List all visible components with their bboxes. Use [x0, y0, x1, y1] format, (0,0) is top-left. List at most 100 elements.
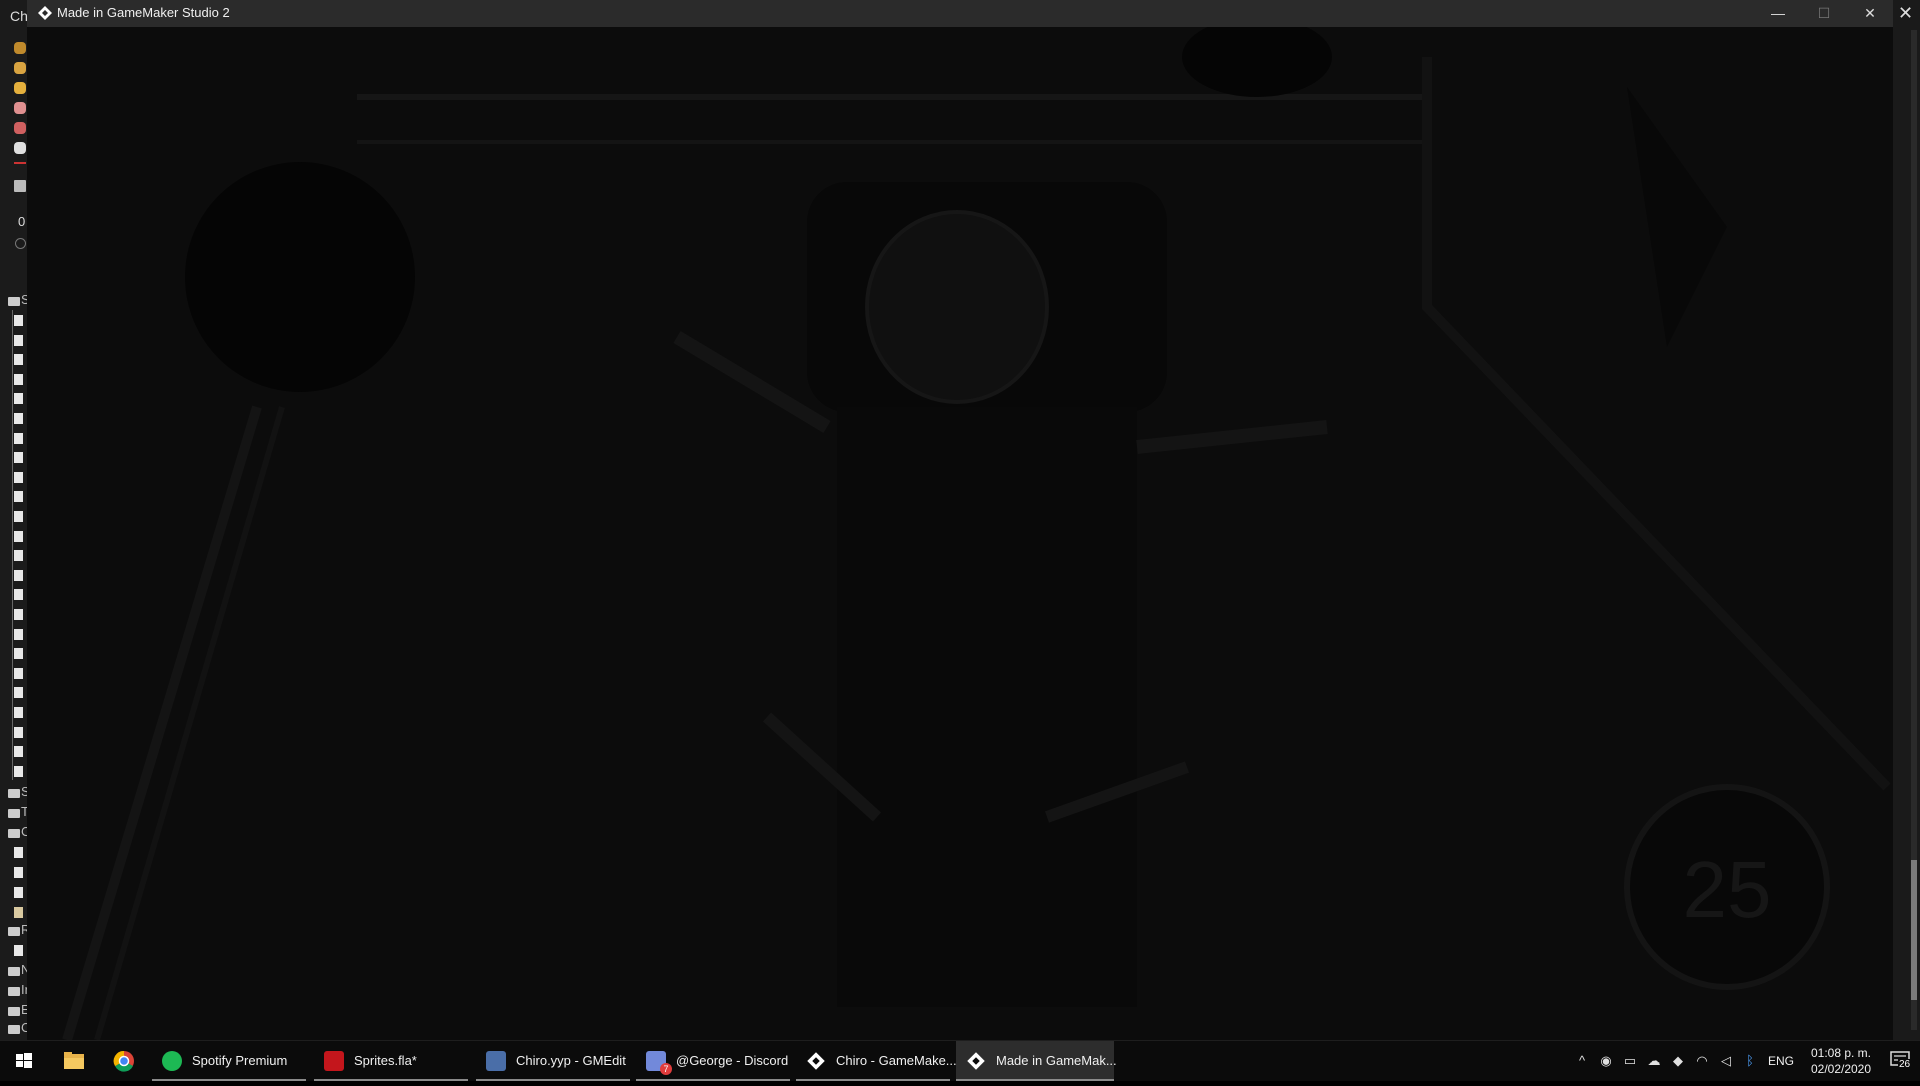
taskbar-item-label: Chiro - GameMake... [836, 1053, 957, 1068]
bluetooth-icon[interactable]: ᛒ [1742, 1053, 1758, 1069]
running-indicator [152, 1079, 306, 1081]
taskbar-item[interactable]: Chiro.yyp - GMEdit [476, 1041, 630, 1081]
sprite-icon[interactable] [14, 102, 26, 114]
scene-shape [1627, 87, 1727, 347]
minimize-button[interactable]: — [1755, 0, 1801, 27]
scene-shape [673, 330, 831, 434]
file-icon [14, 765, 23, 777]
taskbar-item-label: @George - Discord [676, 1053, 789, 1068]
file-icon [14, 687, 23, 699]
folder-icon [8, 789, 20, 798]
volume-icon[interactable]: ◁ [1718, 1053, 1734, 1069]
window-title: Made in GameMaker Studio 2 [57, 5, 230, 20]
file-icon [14, 726, 23, 738]
running-indicator [636, 1079, 790, 1081]
image-icon [14, 907, 23, 918]
chevron-up-icon[interactable]: ^ [1574, 1053, 1590, 1069]
sprite-icon[interactable] [14, 142, 26, 154]
sprite-icon[interactable] [14, 82, 26, 94]
file-icon [14, 315, 23, 326]
counter-value: 0 [18, 214, 26, 229]
clock[interactable]: 01:08 p. m. 02/02/2020 [1798, 1045, 1884, 1077]
maximize-button[interactable]: ☐ [1801, 0, 1847, 27]
sprite-icon[interactable] [14, 42, 26, 54]
file-icon [14, 373, 23, 385]
system-tray: ^ ◉ ▭ ☁ ◆ ◠ ◁ ᛒ ENG 01:08 p. m. 02/02/20… [1566, 1041, 1920, 1081]
game-scene: 25 [62, 27, 1891, 1040]
sprite-icon[interactable] [14, 62, 26, 74]
file-icon [14, 550, 23, 562]
file-icon [14, 847, 23, 858]
file-icon [14, 511, 23, 522]
file-icon [14, 867, 23, 878]
folder-icon [8, 829, 20, 838]
cloud-icon[interactable]: ☁ [1646, 1053, 1662, 1069]
scene-shape [1136, 420, 1328, 454]
start-button[interactable] [0, 1041, 48, 1081]
running-indicator [796, 1079, 950, 1081]
language-indicator[interactable]: ENG [1764, 1053, 1798, 1069]
background-window-title: Ch [10, 8, 28, 24]
spotify-icon [162, 1051, 182, 1071]
taskbar-item[interactable]: Sprites.fla* [314, 1041, 468, 1081]
folder-icon [8, 809, 20, 818]
running-indicator [476, 1079, 630, 1081]
file-icon [14, 945, 23, 956]
file-icon [14, 609, 23, 620]
taskbar-item[interactable]: Made in GameMak... [956, 1041, 1117, 1081]
file-icon [14, 667, 23, 679]
radio-button[interactable] [15, 238, 26, 249]
scrollbar-thumb[interactable] [1911, 860, 1917, 1000]
chrome-icon [113, 1050, 134, 1072]
running-indicator [956, 1079, 1114, 1081]
scene-shape [865, 210, 1049, 404]
scene-shape [1182, 27, 1332, 97]
steam-icon[interactable]: ◉ [1598, 1053, 1614, 1069]
folder-icon [64, 1052, 84, 1069]
scene-clock-text: 25 [1683, 845, 1772, 934]
wifi-icon[interactable]: ◠ [1694, 1053, 1710, 1069]
file-icon [14, 589, 23, 601]
scene-shape [837, 407, 1137, 1007]
game-canvas[interactable]: 25 [27, 27, 1893, 1040]
file-icon [14, 393, 23, 405]
taskbar-item[interactable]: Chiro - GameMake... [796, 1041, 957, 1081]
file-icon [14, 432, 23, 444]
taskbar-item[interactable]: Spotify Premium [152, 1041, 306, 1081]
folder-icon [8, 927, 20, 936]
file-icon [14, 413, 23, 424]
gamemaker-icon [806, 1051, 826, 1071]
close-button[interactable]: ✕ [1847, 0, 1893, 27]
file-explorer-button[interactable] [50, 1041, 98, 1081]
file-icon [14, 707, 23, 718]
game-window: Made in GameMaker Studio 2 — ☐ ✕ 25 [27, 0, 1893, 1040]
clock-date: 02/02/2020 [1810, 1062, 1872, 1076]
title-bar[interactable]: Made in GameMaker Studio 2 — ☐ ✕ [27, 0, 1893, 27]
background-window-edge: ✕ [1893, 0, 1920, 1040]
folder-icon [8, 987, 20, 996]
image-icon[interactable] [14, 180, 26, 192]
folder-icon [8, 1025, 20, 1034]
running-indicator [314, 1079, 468, 1081]
gamemaker-icon [38, 6, 52, 20]
scene-shape [185, 162, 415, 392]
notification-badge: 7 [660, 1063, 672, 1075]
battery-icon[interactable]: ▭ [1622, 1053, 1638, 1069]
taskbar-item-label: Made in GameMak... [996, 1053, 1117, 1068]
file-icon [14, 628, 23, 640]
sprite-icon[interactable] [14, 122, 26, 134]
file-icon [14, 648, 23, 660]
chrome-button[interactable] [100, 1041, 148, 1081]
taskbar: Spotify Premium Sprites.fla* Chiro.yyp - G… [0, 1040, 1920, 1081]
file-icon [14, 746, 23, 758]
file-icon [14, 452, 23, 464]
dropbox-icon[interactable]: ◆ [1670, 1053, 1686, 1069]
taskbar-item-label: Chiro.yyp - GMEdit [516, 1053, 626, 1068]
file-icon [14, 530, 23, 542]
folder-icon [8, 297, 20, 306]
background-close-button[interactable]: ✕ [1898, 3, 1913, 24]
windows-icon [16, 1053, 32, 1068]
notification-center-button[interactable]: 26 [1888, 1049, 1916, 1073]
taskbar-item[interactable]: 7 @George - Discord [636, 1041, 790, 1081]
taskbar-item-label: Sprites.fla* [354, 1053, 417, 1068]
